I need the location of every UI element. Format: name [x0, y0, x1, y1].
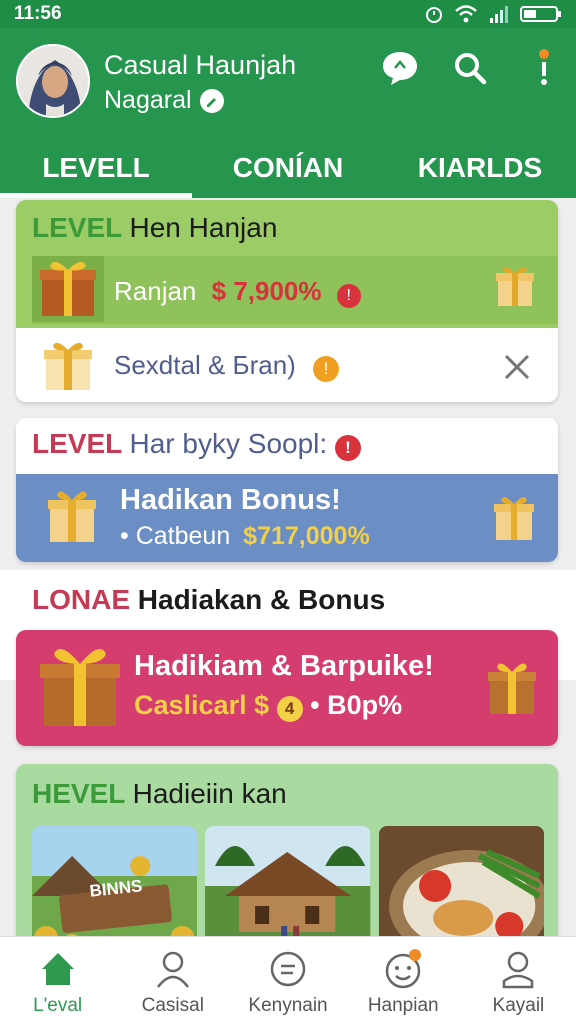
user-name: Casual Haunjah: [104, 50, 297, 80]
card1-row-label: Ranjan: [114, 276, 197, 306]
face-icon: [385, 949, 422, 989]
nav-item-hanpian[interactable]: Hanpian: [346, 937, 461, 1024]
chat-bubble-icon[interactable]: [380, 48, 420, 88]
user-subtitle: Nagaral: [104, 86, 224, 115]
battery-icon: [520, 6, 561, 22]
image-row: BINNS: [32, 826, 544, 954]
nav-item-casisal[interactable]: Casisal: [115, 937, 230, 1024]
card1-row-amount: $ 7,900%: [211, 276, 322, 306]
gift-icon: [44, 342, 92, 390]
section-title: LONAE Hadiakan & Bonus: [32, 584, 385, 616]
nav-item-level[interactable]: L'eval: [0, 937, 115, 1024]
card1-title: Hen Hanjan: [129, 212, 278, 243]
avatar[interactable]: [16, 44, 90, 118]
level-card-4[interactable]: HEVEL Hadieiin kan BINNS: [16, 764, 558, 954]
edit-icon[interactable]: [199, 88, 224, 113]
nav-item-kayail[interactable]: Kayail: [461, 937, 576, 1024]
gift-icon: [496, 267, 534, 306]
bottom-nav: L'eval Casisal Kenynain Hanpian Kayail: [0, 936, 576, 1024]
user-sub-label: Nagaral: [104, 86, 192, 114]
card3-sub-value: • B0p%: [310, 690, 403, 720]
card4-level-word: HEVEL: [32, 778, 125, 809]
nav-label-kayail: Kayail: [492, 995, 545, 1016]
person-icon: [156, 951, 189, 988]
search-icon[interactable]: [450, 48, 490, 88]
alarm-icon: [426, 7, 442, 23]
house-image[interactable]: [205, 826, 371, 954]
card2-bonus-amount: $717,000%: [243, 522, 370, 550]
food-image[interactable]: [378, 826, 544, 954]
gift-icon: [494, 497, 534, 540]
home-icon: [41, 953, 74, 985]
tab-conian[interactable]: CONÍAN: [192, 138, 384, 198]
card2-bonus-label: • Catbeun: [120, 522, 231, 550]
card2-heading: LEVEL Har byky Soopl: !: [32, 428, 361, 461]
nav-label-kenynain: Kenynain: [248, 995, 328, 1016]
nav-item-kenynain[interactable]: Kenynain: [230, 937, 345, 1024]
card3-sub-badge: 4: [276, 696, 303, 722]
level-card-2[interactable]: LEVEL Har byky Soopl: ! Hadikan Bonus! •…: [16, 418, 558, 562]
tab-bar: LEVELL CONÍAN KIARLDS: [0, 138, 576, 198]
nav-label-hanpian: Hanpian: [367, 995, 439, 1016]
gift-icon: [48, 491, 96, 542]
card4-heading: HEVEL Hadieiin kan: [32, 778, 287, 810]
card1-row: Ranjan $ 7,900% !: [114, 276, 361, 308]
gift-icon: [488, 663, 536, 714]
card1-bottom-row: Sexdtal & Бran) !: [114, 350, 340, 382]
alert-icon: !: [336, 284, 361, 308]
card1-bottom-label: Sexdtal & Бran): [114, 350, 296, 380]
card1-heading: LEVEL Hen Hanjan: [32, 212, 277, 244]
notification-icon[interactable]: [524, 48, 564, 88]
app-header: Casual Haunjah Nagaral LEVELL CONÍAN KIA…: [0, 28, 576, 198]
info-icon: !: [313, 356, 340, 382]
chat-icon: [270, 951, 306, 987]
card4-title: Hadieiin kan: [132, 778, 287, 809]
bonus-card-pink[interactable]: Hadikiam & Barpuike! Caslicarl $ 4 • B0p…: [16, 630, 558, 746]
card2-title: Har byky Soopl:: [129, 428, 328, 459]
gift-icon: [32, 256, 104, 322]
alert-icon: !: [334, 435, 361, 461]
card2-bonus-title: Hadikan Bonus!: [120, 484, 341, 516]
level-card-1[interactable]: LEVEL Hen Hanjan Ranjan $ 7,900% ! Sexdt…: [16, 200, 558, 402]
wifi-icon: [455, 5, 477, 23]
gift-icon: [40, 648, 120, 726]
user-icon: [503, 951, 534, 989]
nav-label-casisal: Casisal: [141, 995, 204, 1016]
card2-level-word: LEVEL: [32, 428, 122, 459]
tab-kiarlds[interactable]: KIARLDS: [384, 138, 576, 198]
card1-level-word: LEVEL: [32, 212, 122, 243]
card3-sub-label: Caslicarl $: [134, 690, 270, 720]
card3-sub: Caslicarl $ 4 • B0p%: [134, 690, 402, 722]
bonus-image[interactable]: BINNS: [32, 826, 198, 954]
signal-icon: [490, 6, 508, 23]
tab-level[interactable]: LEVELL: [0, 138, 192, 198]
status-bar: 11:56: [0, 0, 576, 28]
status-time: 11:56: [14, 3, 62, 24]
card3-title: Hadikiam & Barpuike!: [134, 650, 434, 682]
status-icons: [424, 4, 562, 24]
section-title-text: Hadiakan & Bonus: [137, 584, 386, 615]
card2-bonus-row: • Catbeun $717,000%: [120, 522, 370, 551]
section-level-word: LONAE: [32, 584, 130, 615]
close-icon[interactable]: [502, 352, 532, 382]
nav-label-level: L'eval: [33, 995, 83, 1016]
